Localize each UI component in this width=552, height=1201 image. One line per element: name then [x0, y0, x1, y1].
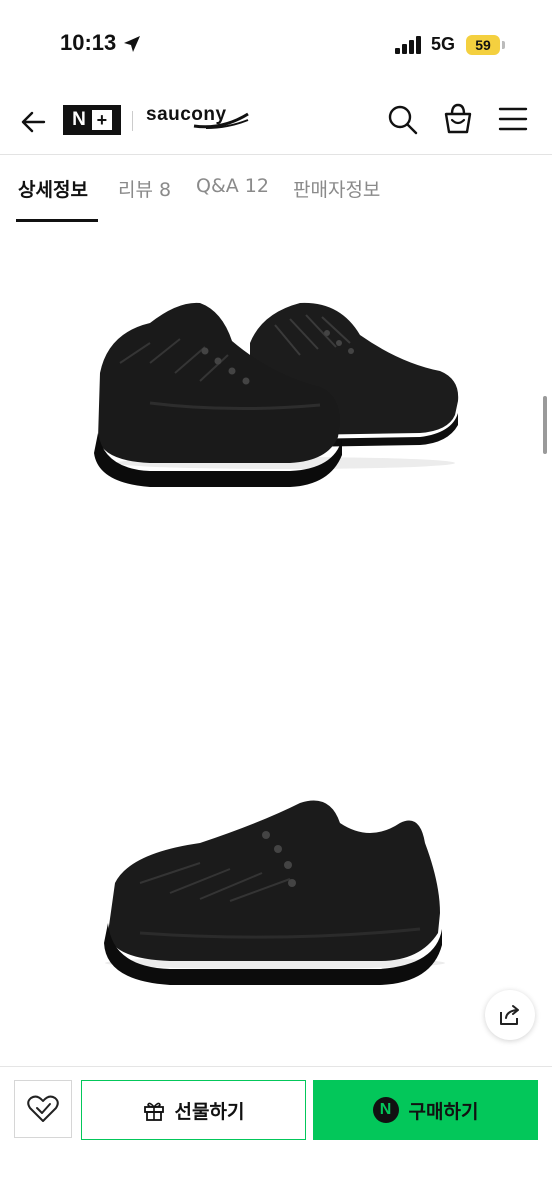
- top-nav: N + saucony: [0, 90, 552, 154]
- gift-label: 선물하기: [174, 1100, 245, 1123]
- logo-n: N: [72, 109, 86, 130]
- active-tab-indicator: [16, 219, 98, 222]
- product-detail-content: [0, 223, 552, 1065]
- battery-tip: [502, 41, 505, 49]
- shoe-pair-image: [94, 302, 459, 487]
- shopping-bag-icon[interactable]: [441, 102, 475, 136]
- tab-reviews[interactable]: 리뷰 8: [118, 175, 171, 202]
- gift-icon: [143, 1102, 164, 1121]
- tab-details[interactable]: 상세정보: [18, 175, 88, 202]
- arrow-left-icon[interactable]: [18, 106, 50, 138]
- tab-qna[interactable]: Q&A 12: [196, 175, 269, 197]
- share-button[interactable]: [485, 990, 535, 1040]
- battery-icon: 59: [466, 35, 500, 55]
- battery-level: 59: [475, 37, 491, 53]
- share-icon: [500, 1005, 519, 1025]
- heart-check-icon: [27, 1095, 59, 1122]
- search-icon[interactable]: [386, 103, 420, 137]
- status-bar: 10:13 5G 59: [0, 0, 552, 90]
- single-shoe-image: [104, 800, 445, 985]
- buy-button[interactable]: N 구매하기: [313, 1080, 538, 1140]
- naver-pay-icon: N: [372, 1097, 399, 1123]
- status-time: 10:13: [60, 30, 117, 55]
- hamburger-menu-icon[interactable]: [497, 105, 529, 133]
- location-arrow-icon: [124, 36, 140, 52]
- product-tabs: 상세정보 리뷰 8 Q&A 12 판매자정보: [0, 154, 552, 224]
- logo-plus: +: [91, 110, 112, 130]
- bottom-action-bar: 선물하기 N 구매하기: [0, 1066, 552, 1201]
- signal-bars-icon: [395, 36, 421, 54]
- network-type: 5G: [431, 34, 456, 54]
- scrollbar[interactable]: [543, 396, 547, 454]
- wishlist-button[interactable]: [14, 1080, 72, 1138]
- tab-seller-info[interactable]: 판매자정보: [293, 175, 380, 202]
- buy-label: 구매하기: [408, 1100, 479, 1123]
- gift-button[interactable]: 선물하기: [81, 1080, 306, 1140]
- brand-swoosh-icon: [193, 112, 249, 129]
- naver-plus-store-logo[interactable]: N +: [63, 105, 121, 135]
- logo-divider: [132, 111, 133, 131]
